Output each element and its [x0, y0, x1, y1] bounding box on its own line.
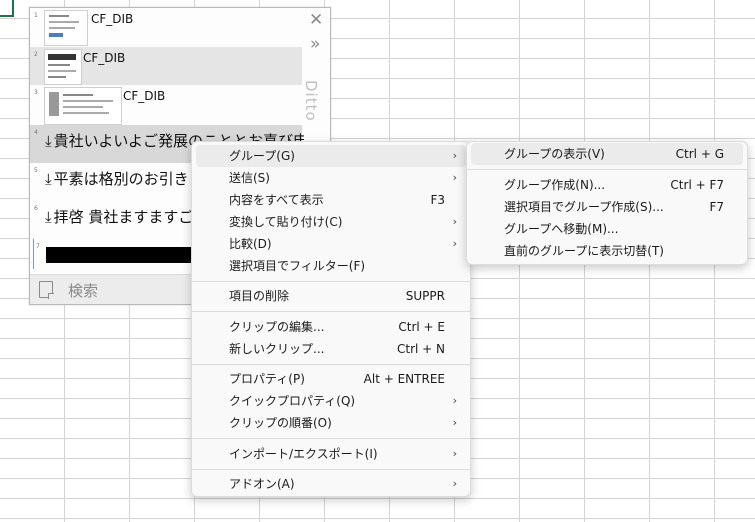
menu-separator [192, 469, 470, 470]
submenu-arrow-icon: › [452, 394, 457, 407]
submenu-arrow-icon: › [452, 171, 457, 184]
menu-item-label: グループへ移動(M)... [504, 222, 619, 236]
menu-item-compare[interactable]: 比較(D) › [196, 233, 466, 255]
menu-item-show-all[interactable]: 内容をすべて表示 F3 [196, 189, 466, 211]
menu-item-label: 送信(S) [229, 171, 270, 185]
submenu-item-toggle-last-group[interactable]: 直前のグループに表示切替(T) [471, 240, 743, 262]
menu-item-shortcut: F7 [709, 200, 724, 214]
menu-item-label: クリップの編集... [229, 320, 325, 334]
clip-thumbnail [44, 49, 82, 85]
expand-icon[interactable]: » [310, 34, 320, 54]
download-icon: ⤓ [45, 170, 52, 188]
group-submenu: グループの表示(V) Ctrl + G グループ作成(N)... Ctrl + … [466, 141, 748, 265]
submenu-arrow-icon: › [452, 416, 457, 429]
menu-item-send[interactable]: 送信(S) › [196, 167, 466, 189]
menu-item-filter-selection[interactable]: 選択項目でフィルター(F) [196, 255, 466, 277]
menu-item-label: 選択項目でグループ作成(S)... [504, 200, 664, 214]
close-icon[interactable]: ✕ [309, 10, 323, 30]
clip-label: CF_DIB [123, 89, 166, 103]
menu-item-label: アドオン(A) [229, 477, 295, 491]
menu-item-shortcut: Ctrl + G [675, 147, 724, 161]
submenu-arrow-icon: › [452, 477, 457, 490]
menu-separator [192, 311, 470, 312]
clip-index: 3 [34, 89, 38, 96]
menu-item-shortcut: Ctrl + F7 [670, 178, 724, 192]
menu-item-addons[interactable]: アドオン(A) › [196, 473, 466, 495]
menu-separator [192, 281, 470, 282]
menu-item-shortcut: F3 [430, 193, 445, 207]
menu-item-new-clip[interactable]: 新しいクリップ... Ctrl + N [196, 338, 466, 360]
submenu-item-move-to-group[interactable]: グループへ移動(M)... [471, 218, 743, 240]
submenu-arrow-icon: › [452, 447, 457, 460]
clip-thumbnail [44, 87, 122, 125]
submenu-item-create-group[interactable]: グループ作成(N)... Ctrl + F7 [471, 174, 743, 196]
clip-focus-marker [33, 239, 34, 269]
menu-item-label: 変換して貼り付け(C) [229, 215, 343, 229]
clip-index: 2 [34, 51, 38, 58]
menu-item-shortcut: Ctrl + N [396, 342, 445, 356]
submenu-arrow-icon: › [452, 149, 457, 162]
submenu-item-create-group-from-selection[interactable]: 選択項目でグループ作成(S)... F7 [471, 196, 743, 218]
menu-item-label: グループ(G) [229, 149, 295, 163]
menu-item-shortcut: Alt + ENTREE [363, 372, 445, 386]
menu-item-paste-as[interactable]: 変換して貼り付け(C) › [196, 211, 466, 233]
clip-item-1[interactable]: 1 CF_DIB [30, 8, 302, 47]
menu-item-label: 直前のグループに表示切替(T) [504, 244, 664, 258]
menu-item-label: 比較(D) [229, 237, 272, 251]
submenu-arrow-icon: › [452, 215, 457, 228]
menu-item-label: クリップの順番(O) [229, 416, 332, 430]
clip-index: 6 [34, 205, 38, 212]
clip-index: 5 [34, 167, 38, 174]
menu-item-label: 項目の削除 [229, 289, 290, 303]
clip-index: 7 [36, 243, 40, 250]
clip-item-3[interactable]: 3 CF_DIB [30, 85, 302, 125]
clip-index: 4 [34, 129, 38, 136]
download-icon: ⤓ [45, 208, 52, 226]
document-icon[interactable] [39, 281, 54, 299]
clip-text-content: 平素は格別のお引き [53, 170, 189, 188]
download-icon: ⤓ [45, 132, 52, 150]
menu-item-group[interactable]: グループ(G) › [196, 145, 466, 167]
menu-item-import-export[interactable]: インポート/エクスポート(I) › [196, 443, 466, 465]
search-input[interactable]: 検索 [68, 280, 98, 301]
clip-item-2[interactable]: 2 CF_DIB [30, 47, 302, 85]
menu-separator [467, 169, 747, 170]
clip-text: ⤓ 平素は格別のお引き [45, 168, 189, 189]
ditto-brand-label: Ditto [302, 80, 320, 122]
menu-item-label: 内容をすべて表示 [229, 193, 324, 207]
menu-item-edit-clip[interactable]: クリップの編集... Ctrl + E [196, 316, 466, 338]
clip-label: CF_DIB [83, 51, 126, 65]
clip-text: ⤓ 拝啓 貴社ますますご [45, 206, 193, 227]
clip-text-content: 拝啓 貴社ますますご [53, 208, 194, 226]
clip-label: CF_DIB [91, 12, 134, 26]
submenu-item-show-group[interactable]: グループの表示(V) Ctrl + G [471, 143, 743, 165]
clip-index: 1 [34, 12, 38, 19]
menu-item-label: 新しいクリップ... [229, 342, 325, 356]
menu-item-delete[interactable]: 項目の削除 SUPPR [196, 285, 466, 307]
menu-item-shortcut: Ctrl + E [398, 320, 445, 334]
menu-item-label: プロパティ(P) [229, 372, 305, 386]
menu-separator [192, 438, 470, 439]
clip-thumbnail [44, 10, 88, 46]
menu-item-shortcut: SUPPR [405, 289, 445, 303]
menu-item-label: インポート/エクスポート(I) [229, 447, 378, 461]
menu-item-clip-order[interactable]: クリップの順番(O) › [196, 412, 466, 434]
menu-item-label: クイックプロパティ(Q) [229, 394, 356, 408]
context-menu: グループ(G) › 送信(S) › 内容をすべて表示 F3 変換して貼り付け(C… [191, 141, 471, 497]
menu-separator [192, 364, 470, 365]
menu-item-quick-properties[interactable]: クイックプロパティ(Q) › [196, 390, 466, 412]
menu-item-label: 選択項目でフィルター(F) [229, 259, 366, 273]
menu-item-label: グループの表示(V) [504, 147, 605, 161]
menu-item-label: グループ作成(N)... [504, 178, 606, 192]
submenu-arrow-icon: › [452, 237, 457, 250]
menu-item-properties[interactable]: プロパティ(P) Alt + ENTREE [196, 368, 466, 390]
selected-cell [0, 0, 14, 17]
